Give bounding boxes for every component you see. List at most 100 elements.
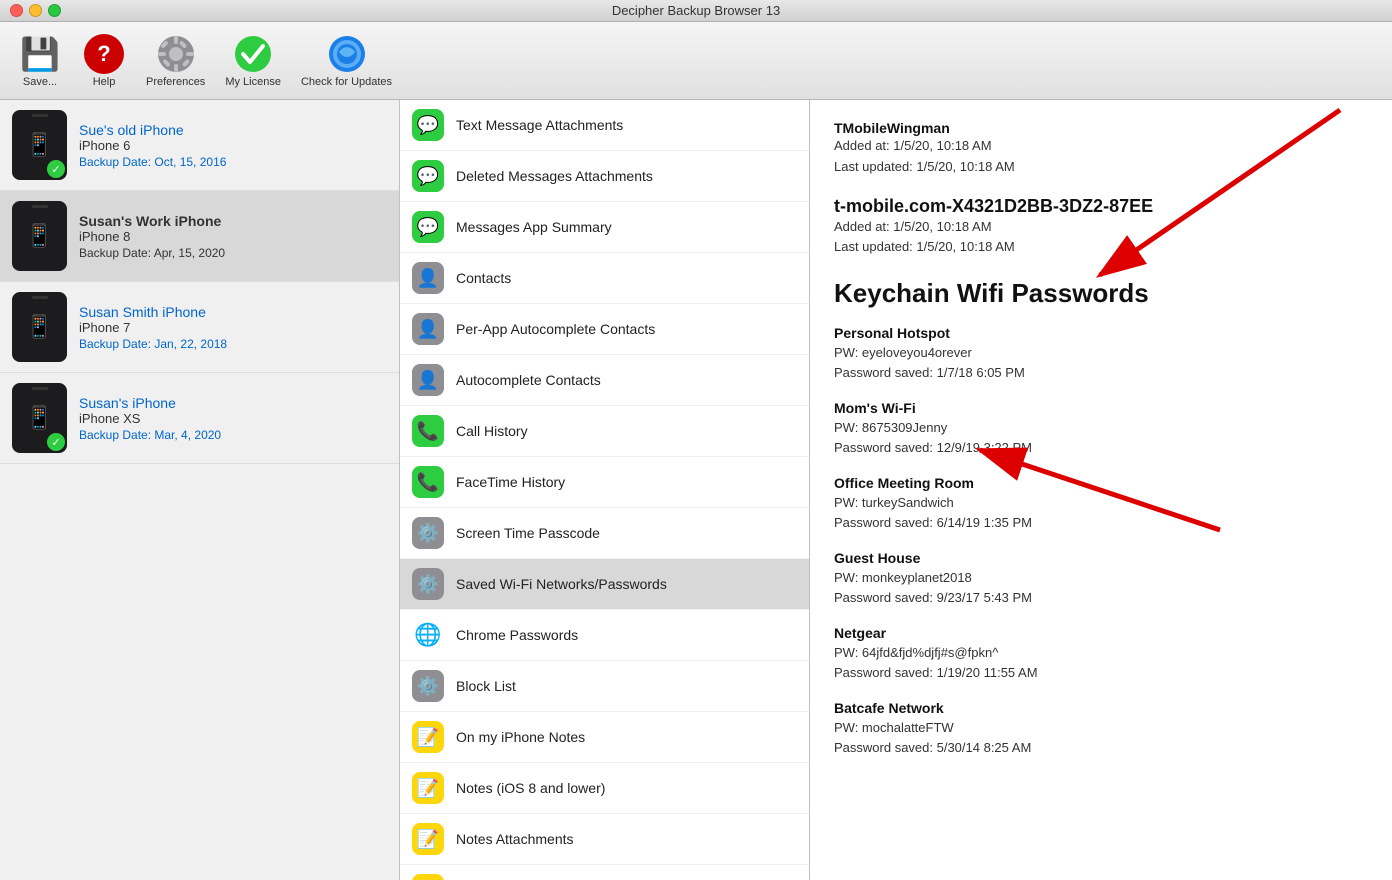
wifi-network-name: Personal Hotspot	[834, 325, 1368, 341]
menu-item-iphone-notes[interactable]: 📝 On my iPhone Notes	[400, 712, 809, 763]
wifi-password: PW: 8675309Jenny	[834, 418, 1368, 438]
menu-item-contacts[interactable]: 👤 Contacts	[400, 253, 809, 304]
unsynced-notes-icon: 📝	[412, 874, 444, 880]
menu-panel: 💬 Text Message Attachments 💬 Deleted Mes…	[400, 100, 810, 880]
menu-item-messages-summary[interactable]: 💬 Messages App Summary	[400, 202, 809, 253]
device-item[interactable]: 📱 Susan's Work iPhone iPhone 8 Backup Da…	[0, 191, 399, 282]
menu-item-wifi-passwords[interactable]: ⚙️ Saved Wi-Fi Networks/Passwords	[400, 559, 809, 610]
check-updates-icon	[327, 34, 367, 74]
menu-item-label: Contacts	[456, 270, 511, 286]
device-list: 📱 ✓ Sue's old iPhone iPhone 6 Backup Dat…	[0, 100, 400, 880]
check-overlay: ✓	[47, 433, 65, 451]
per-app-contacts-icon: 👤	[412, 313, 444, 345]
menu-item-label: Text Message Attachments	[456, 117, 623, 133]
menu-item-per-app-contacts[interactable]: 👤 Per-App Autocomplete Contacts	[400, 304, 809, 355]
menu-item-chrome-passwords[interactable]: 🌐 Chrome Passwords	[400, 610, 809, 661]
screen-time-icon: ⚙️	[412, 517, 444, 549]
autocomplete-contacts-icon: 👤	[412, 364, 444, 396]
title-bar: Decipher Backup Browser 13	[0, 0, 1392, 22]
device-item[interactable]: 📱 Susan Smith iPhone iPhone 7 Backup Dat…	[0, 282, 399, 373]
check-updates-label: Check for Updates	[301, 76, 392, 88]
wifi-entry: Netgear PW: 64jfd&fjd%djfj#s@fpkn^ Passw…	[834, 625, 1368, 682]
wifi-password: PW: 64jfd&fjd%djfj#s@fpkn^	[834, 643, 1368, 663]
menu-item-facetime-history[interactable]: 📞 FaceTime History	[400, 457, 809, 508]
network-name: t-mobile.com-X4321D2BB-3DZ2-87EE	[834, 196, 1368, 217]
wifi-saved: Password saved: 6/14/19 1:35 PM	[834, 513, 1368, 533]
facetime-icon: 📞	[412, 466, 444, 498]
help-label: Help	[93, 76, 116, 88]
menu-item-label: Per-App Autocomplete Contacts	[456, 321, 655, 337]
menu-item-label: Chrome Passwords	[456, 627, 578, 643]
wifi-network-name: Office Meeting Room	[834, 475, 1368, 491]
wifi-password: PW: eyeloveyou4orever	[834, 343, 1368, 363]
menu-item-screen-time[interactable]: ⚙️ Screen Time Passcode	[400, 508, 809, 559]
network-updated: Last updated: 1/5/20, 10:18 AM	[834, 237, 1368, 258]
maximize-button[interactable]	[48, 4, 61, 17]
device-model: iPhone 6	[79, 138, 387, 153]
menu-item-notes-ios8[interactable]: 📝 Notes (iOS 8 and lower)	[400, 763, 809, 814]
close-button[interactable]	[10, 4, 23, 17]
check-updates-button[interactable]: Check for Updates	[293, 30, 400, 92]
menu-item-unsynced-notes[interactable]: 📝 Unsynced Cloud Notes	[400, 865, 809, 880]
device-model: iPhone XS	[79, 411, 387, 426]
device-item[interactable]: 📱 ✓ Sue's old iPhone iPhone 6 Backup Dat…	[0, 100, 399, 191]
menu-item-label: FaceTime History	[456, 474, 565, 490]
wifi-saved: Password saved: 5/30/14 8:25 AM	[834, 738, 1368, 758]
menu-item-label: Screen Time Passcode	[456, 525, 600, 541]
wifi-entry: Office Meeting Room PW: turkeySandwich P…	[834, 475, 1368, 532]
content-panel: TMobileWingman Added at: 1/5/20, 10:18 A…	[810, 100, 1392, 880]
device-backup: Backup Date: Jan, 22, 2018	[79, 337, 387, 351]
wifi-password: PW: monkeyplanet2018	[834, 568, 1368, 588]
menu-item-call-history[interactable]: 📞 Call History	[400, 406, 809, 457]
device-thumbnail: 📱 ✓	[12, 110, 67, 180]
menu-item-label: Autocomplete Contacts	[456, 372, 601, 388]
check-overlay: ✓	[47, 160, 65, 178]
save-button[interactable]: 💾 Save...	[10, 30, 70, 92]
preferences-icon	[156, 34, 196, 74]
minimize-button[interactable]	[29, 4, 42, 17]
device-info: Sue's old iPhone iPhone 6 Backup Date: O…	[79, 122, 387, 169]
device-model: iPhone 8	[79, 229, 387, 244]
wifi-saved: Password saved: 1/19/20 11:55 AM	[834, 663, 1368, 683]
device-thumbnail: 📱	[12, 292, 67, 362]
wifi-network-name: Netgear	[834, 625, 1368, 641]
network-name: TMobileWingman	[834, 120, 1368, 136]
menu-item-autocomplete-contacts[interactable]: 👤 Autocomplete Contacts	[400, 355, 809, 406]
deleted-messages-icon: 💬	[412, 160, 444, 192]
save-icon: 💾	[20, 34, 60, 74]
device-item[interactable]: 📱 ✓ Susan's iPhone iPhone XS Backup Date…	[0, 373, 399, 464]
device-model: iPhone 7	[79, 320, 387, 335]
help-button[interactable]: ? Help	[74, 30, 134, 92]
preferences-button[interactable]: Preferences	[138, 30, 213, 92]
contacts-icon: 👤	[412, 262, 444, 294]
notes-ios8-icon: 📝	[412, 772, 444, 804]
preferences-label: Preferences	[146, 76, 205, 88]
menu-item-notes-attachments[interactable]: 📝 Notes Attachments	[400, 814, 809, 865]
wifi-entry: Personal Hotspot PW: eyeloveyou4orever P…	[834, 325, 1368, 382]
wifi-network-name: Mom's Wi-Fi	[834, 400, 1368, 416]
header-entry: t-mobile.com-X4321D2BB-3DZ2-87EE Added a…	[834, 196, 1368, 259]
menu-item-text-attachments[interactable]: 💬 Text Message Attachments	[400, 100, 809, 151]
network-updated: Last updated: 1/5/20, 10:18 AM	[834, 157, 1368, 178]
my-license-icon	[233, 34, 273, 74]
messages-summary-icon: 💬	[412, 211, 444, 243]
chrome-icon: 🌐	[412, 619, 444, 651]
wifi-entry: Guest House PW: monkeyplanet2018 Passwor…	[834, 550, 1368, 607]
my-license-button[interactable]: My License	[217, 30, 289, 92]
device-info: Susan's Work iPhone iPhone 8 Backup Date…	[79, 213, 387, 260]
wifi-saved: Password saved: 12/9/19 3:22 PM	[834, 438, 1368, 458]
help-icon: ?	[84, 34, 124, 74]
header-entry: TMobileWingman Added at: 1/5/20, 10:18 A…	[834, 120, 1368, 178]
wifi-saved: Password saved: 9/23/17 5:43 PM	[834, 588, 1368, 608]
my-license-label: My License	[225, 76, 281, 88]
menu-item-deleted-attachments[interactable]: 💬 Deleted Messages Attachments	[400, 151, 809, 202]
window-controls	[10, 4, 61, 17]
block-list-icon: ⚙️	[412, 670, 444, 702]
menu-item-label: Call History	[456, 423, 528, 439]
menu-item-label: Saved Wi-Fi Networks/Passwords	[456, 576, 667, 592]
menu-item-label: Messages App Summary	[456, 219, 612, 235]
call-history-icon: 📞	[412, 415, 444, 447]
wifi-password: PW: turkeySandwich	[834, 493, 1368, 513]
wifi-network-name: Batcafe Network	[834, 700, 1368, 716]
menu-item-block-list[interactable]: ⚙️ Block List	[400, 661, 809, 712]
